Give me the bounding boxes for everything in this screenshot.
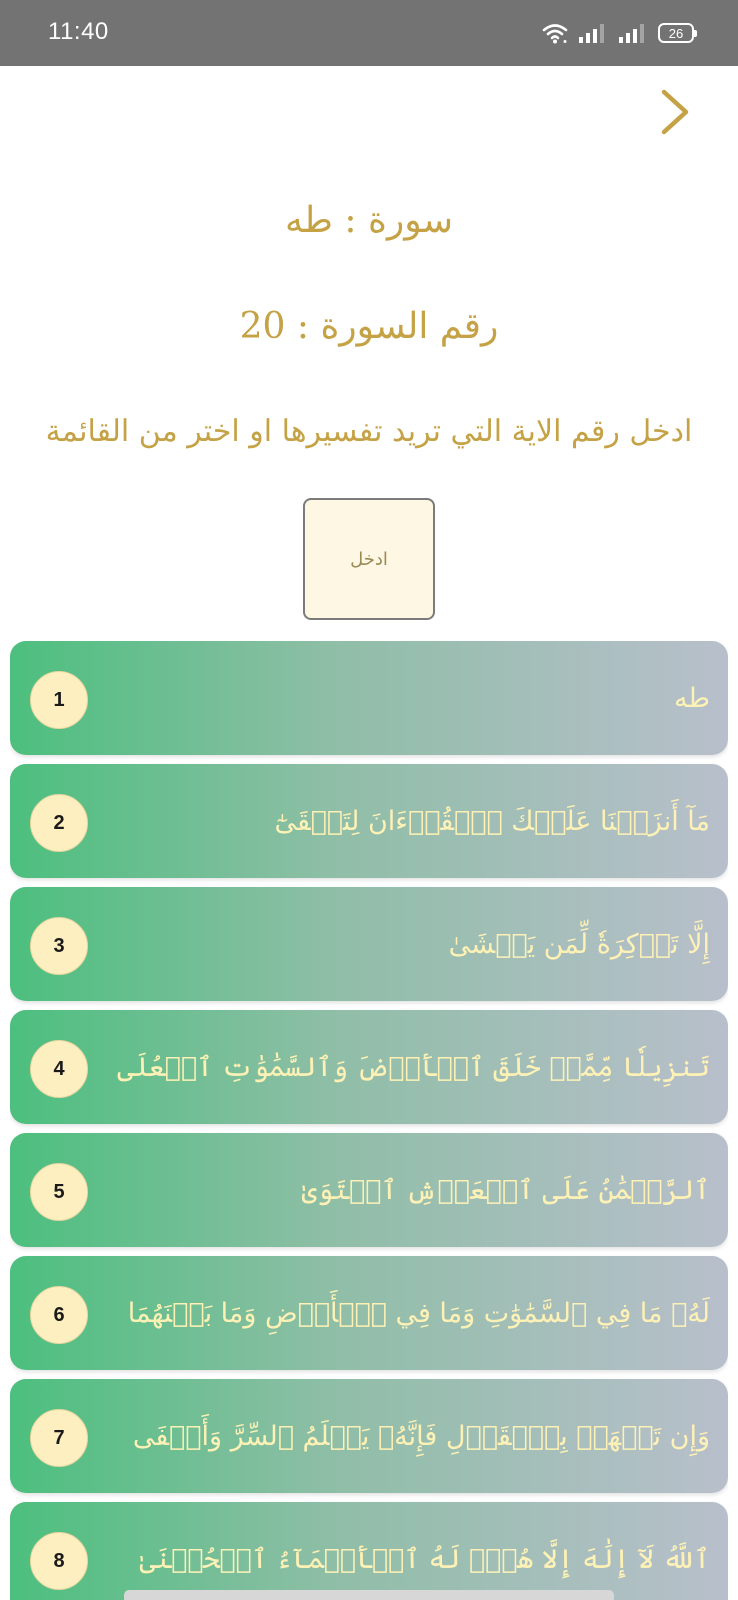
ayah-number-badge: 2 xyxy=(30,794,88,852)
ayah-number-badge: 7 xyxy=(30,1409,88,1467)
ayah-text: لَهُۥ مَا فِي ٱلسَّمَٰوَٰتِ وَمَا فِي ٱل… xyxy=(127,1297,710,1329)
signal-icon xyxy=(619,24,644,43)
battery-icon: 26 xyxy=(658,23,697,43)
chevron-right-icon xyxy=(661,89,689,135)
ayah-item[interactable]: 7 وَإِن تَجۡهَرۡ بِٱلۡقَوۡلِ فَإِنَّهُۥ … xyxy=(10,1379,728,1493)
ayah-number-badge: 1 xyxy=(30,671,88,729)
ayah-number-badge: 4 xyxy=(30,1040,88,1098)
instruction-text: ادخل رقم الاية التي تريد تفسيرها او اختر… xyxy=(45,414,693,449)
ayah-text: ٱلرَّحۡمَٰنُ عَلَى ٱلۡعَرۡشِ ٱسۡتَوَىٰ xyxy=(301,1174,711,1206)
ayah-item[interactable]: 4 تَنزِيلٗا مِّمَّنۡ خَلَقَ ٱلۡأَرۡضَ وَ… xyxy=(10,1010,728,1124)
ayah-number-badge: 8 xyxy=(30,1532,88,1590)
ayah-number-badge: 5 xyxy=(30,1163,88,1221)
ayah-number-input[interactable]: ادخل xyxy=(303,498,435,620)
surah-number: رقم السورة : 20 xyxy=(239,306,499,347)
status-bar: 11:40 26 xyxy=(0,0,738,66)
status-time: 11:40 xyxy=(48,18,109,45)
scroll-indicator xyxy=(124,1590,614,1600)
ayah-item[interactable]: 3 إِلَّا تَذۡكِرَةٗ لِّمَن يَخۡشَىٰ xyxy=(10,887,728,1001)
signal-icon xyxy=(579,24,604,43)
ayah-number-badge: 3 xyxy=(30,917,88,975)
ayah-item[interactable]: 1 طه xyxy=(10,641,728,755)
battery-level: 26 xyxy=(668,25,684,41)
ayah-text: إِلَّا تَذۡكِرَةٗ لِّمَن يَخۡشَىٰ xyxy=(448,928,710,960)
status-icons: 26 xyxy=(542,20,697,46)
back-button[interactable] xyxy=(654,88,694,136)
ayah-text: ٱللَّهُ لَآ إِلَٰهَ إِلَّا هُوَۖ لَهُ ٱل… xyxy=(139,1543,710,1575)
surah-name: سورة : طه xyxy=(285,200,453,241)
ayah-list[interactable]: 1 طه 2 مَآ أَنزَلۡنَا عَلَيۡكَ ٱلۡقُرۡءَ… xyxy=(10,641,728,1600)
ayah-item[interactable]: 8 ٱللَّهُ لَآ إِلَٰهَ إِلَّا هُوَۖ لَهُ … xyxy=(10,1502,728,1600)
ayah-number-badge: 6 xyxy=(30,1286,88,1344)
ayah-text: وَإِن تَجۡهَرۡ بِٱلۡقَوۡلِ فَإِنَّهُۥ يَ… xyxy=(132,1420,710,1452)
ayah-text: مَآ أَنزَلۡنَا عَلَيۡكَ ٱلۡقُرۡءَانَ لِت… xyxy=(274,805,710,837)
ayah-item[interactable]: 5 ٱلرَّحۡمَٰنُ عَلَى ٱلۡعَرۡشِ ٱسۡتَوَىٰ xyxy=(10,1133,728,1247)
ayah-item[interactable]: 2 مَآ أَنزَلۡنَا عَلَيۡكَ ٱلۡقُرۡءَانَ ل… xyxy=(10,764,728,878)
ayah-text: تَنزِيلٗا مِّمَّنۡ خَلَقَ ٱلۡأَرۡضَ وَٱل… xyxy=(117,1051,710,1083)
ayah-number-placeholder: ادخل xyxy=(350,548,388,570)
ayah-text: طه xyxy=(674,682,710,714)
ayah-item[interactable]: 6 لَهُۥ مَا فِي ٱلسَّمَٰوَٰتِ وَمَا فِي … xyxy=(10,1256,728,1370)
wifi-icon xyxy=(542,24,568,44)
